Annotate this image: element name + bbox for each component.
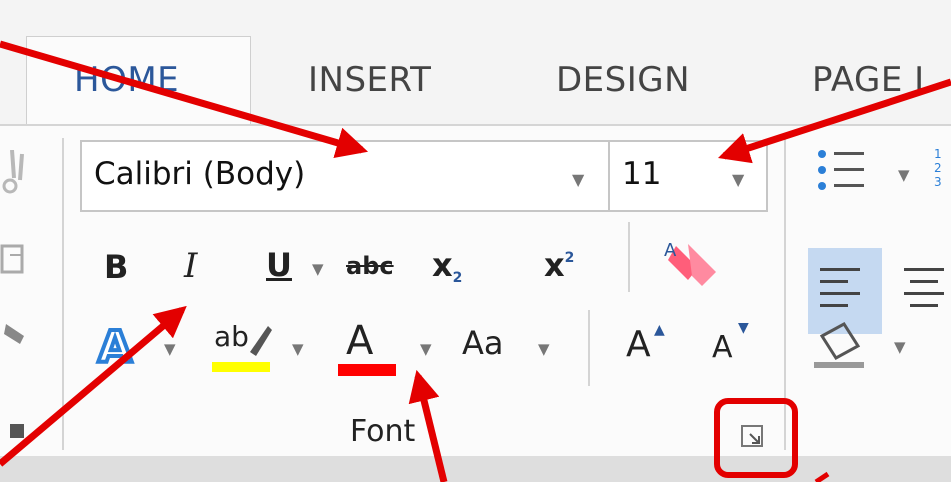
row-separator-1 (628, 222, 630, 292)
row-separator-2 (588, 310, 590, 386)
superscript-mark: 2 (564, 250, 575, 266)
clear-formatting-icon[interactable]: A (658, 238, 720, 288)
group-separator-1 (62, 138, 64, 450)
subscript-mark: 2 (452, 270, 463, 286)
underline-dropdown-icon[interactable]: ▼ (312, 260, 324, 278)
bold-button[interactable]: B (104, 248, 128, 286)
copy-icon[interactable] (0, 244, 24, 274)
font-color-swatch (338, 364, 396, 376)
font-group-label: Font (350, 414, 416, 449)
shrink-font-button[interactable]: A (712, 330, 733, 365)
document-edge (0, 456, 951, 482)
numbering-icon[interactable]: 1 2 3 (934, 147, 942, 189)
format-painter-icon[interactable] (4, 324, 24, 344)
shading-dropdown-icon[interactable]: ▼ (894, 338, 906, 356)
align-left-selected[interactable] (808, 248, 882, 334)
font-name-value: Calibri (Body) (94, 156, 306, 192)
svg-text:A: A (98, 322, 132, 373)
tab-design[interactable]: DESIGN (556, 60, 690, 100)
italic-button[interactable]: I (184, 246, 197, 286)
grow-font-arrow-icon: ▲ (654, 322, 665, 338)
font-size-dropdown-icon[interactable]: ▼ (732, 170, 744, 189)
superscript-button[interactable]: x2 (544, 246, 574, 284)
strikethrough-button[interactable]: abc (346, 252, 394, 280)
subscript-button[interactable]: x2 (432, 246, 463, 286)
svg-text:1: 1 (934, 147, 942, 161)
bullets-icon[interactable] (818, 150, 864, 190)
subscript-x: x (432, 246, 453, 284)
font-color-button[interactable]: A (346, 318, 373, 364)
tab-insert[interactable]: INSERT (308, 60, 431, 100)
highlight-color-swatch (212, 362, 270, 372)
text-effects-icon[interactable]: A (94, 318, 148, 376)
change-case-button[interactable]: Aa (462, 324, 504, 362)
cut-icon[interactable] (2, 150, 24, 194)
clipboard-group-partial (0, 150, 24, 438)
grow-font-button[interactable]: A (626, 324, 651, 365)
text-effects-dropdown-icon[interactable]: ▼ (164, 340, 176, 358)
svg-text:A: A (664, 240, 677, 261)
superscript-x: x (544, 246, 565, 284)
font-name-dropdown-icon[interactable]: ▼ (572, 170, 584, 189)
tab-page-layout[interactable]: PAGE L (812, 60, 934, 100)
clipboard-launcher-icon[interactable] (10, 424, 24, 438)
launcher-highlight-box (714, 398, 798, 478)
highlighter-icon (250, 326, 272, 356)
shrink-font-arrow-icon: ▼ (738, 320, 749, 336)
paragraph-group-partial: ▼ 1 2 3 ▼ (808, 147, 944, 368)
underline-button[interactable]: U (266, 246, 292, 284)
bullets-dropdown-icon[interactable]: ▼ (898, 166, 910, 184)
font-color-dropdown-icon[interactable]: ▼ (420, 340, 432, 358)
svg-text:2: 2 (934, 161, 942, 175)
font-size-value: 11 (622, 156, 662, 192)
highlight-dropdown-icon[interactable]: ▼ (292, 340, 304, 358)
center-icon[interactable] (904, 268, 944, 307)
change-case-dropdown-icon[interactable]: ▼ (538, 340, 550, 358)
svg-text:3: 3 (934, 175, 942, 189)
tab-home[interactable]: HOME (74, 60, 179, 100)
